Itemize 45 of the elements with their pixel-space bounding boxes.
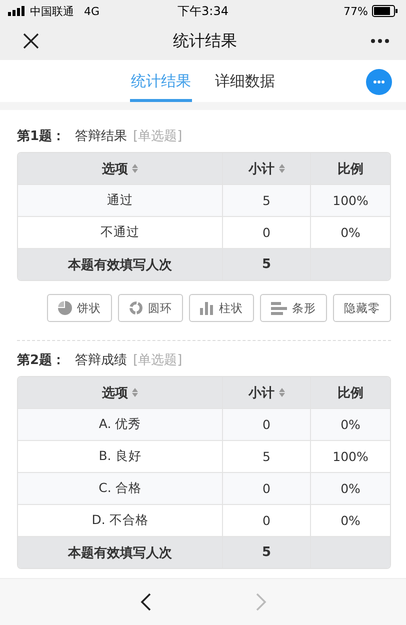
table-cell-text: 不通过: [100, 223, 140, 241]
table-cell-text: A. 优秀: [98, 415, 142, 433]
chart-type-button[interactable]: 隐藏零: [333, 294, 391, 322]
more-icon: [370, 38, 390, 44]
question-title: 答辩成绩: [75, 352, 128, 369]
sort-icon: [278, 388, 284, 397]
more-circle-button[interactable]: [366, 69, 392, 95]
question-type: [单选题]: [133, 352, 182, 369]
back-icon: [140, 592, 152, 612]
question-type: [单选题]: [133, 128, 182, 145]
question-number: 第1题：: [17, 128, 66, 145]
table-cell-text: D. 不合格: [90, 511, 150, 529]
table-cell-text: B. 良好: [98, 447, 142, 465]
battery-icon: [372, 5, 398, 17]
total-label: 本题有效填写人次: [66, 256, 173, 274]
more-button[interactable]: [368, 36, 392, 46]
chart-type-button[interactable]: 饼状: [47, 294, 112, 322]
sort-icon: [278, 164, 284, 173]
status-time: 下午3:34: [178, 2, 228, 20]
sort-icon: [132, 164, 138, 173]
forward-icon: [254, 592, 266, 612]
pie-chart-icon: [58, 301, 72, 315]
network-type: 4G: [84, 4, 100, 18]
question-number: 第2题：: [17, 352, 66, 369]
column-chart-icon: [200, 301, 214, 315]
more-icon: [373, 80, 385, 84]
question-title: 答辩结果: [75, 128, 128, 145]
column-header[interactable]: 选项: [18, 377, 222, 408]
total-label: 本题有效填写人次: [66, 544, 173, 562]
battery-percent: 77%: [344, 4, 368, 18]
table-cell-text: 通过: [106, 191, 134, 209]
table-cell-text: C. 合格: [98, 479, 142, 497]
chart-type-button[interactable]: 柱状: [189, 294, 254, 322]
signal-icon: [8, 6, 26, 16]
column-header[interactable]: 选项: [18, 153, 222, 184]
tab[interactable]: 详细数据: [214, 60, 276, 102]
chart-type-button[interactable]: 条形: [260, 294, 327, 322]
bar-chart-icon: [271, 302, 287, 314]
ring-chart-icon: [129, 301, 143, 315]
carrier-name: 中国联通: [30, 4, 74, 18]
chart-type-button[interactable]: 圆环: [118, 294, 183, 322]
total-count: 5: [222, 537, 310, 568]
page-title: 统计结果: [173, 30, 237, 52]
total-count: 5: [222, 249, 310, 280]
sort-icon: [132, 388, 138, 397]
